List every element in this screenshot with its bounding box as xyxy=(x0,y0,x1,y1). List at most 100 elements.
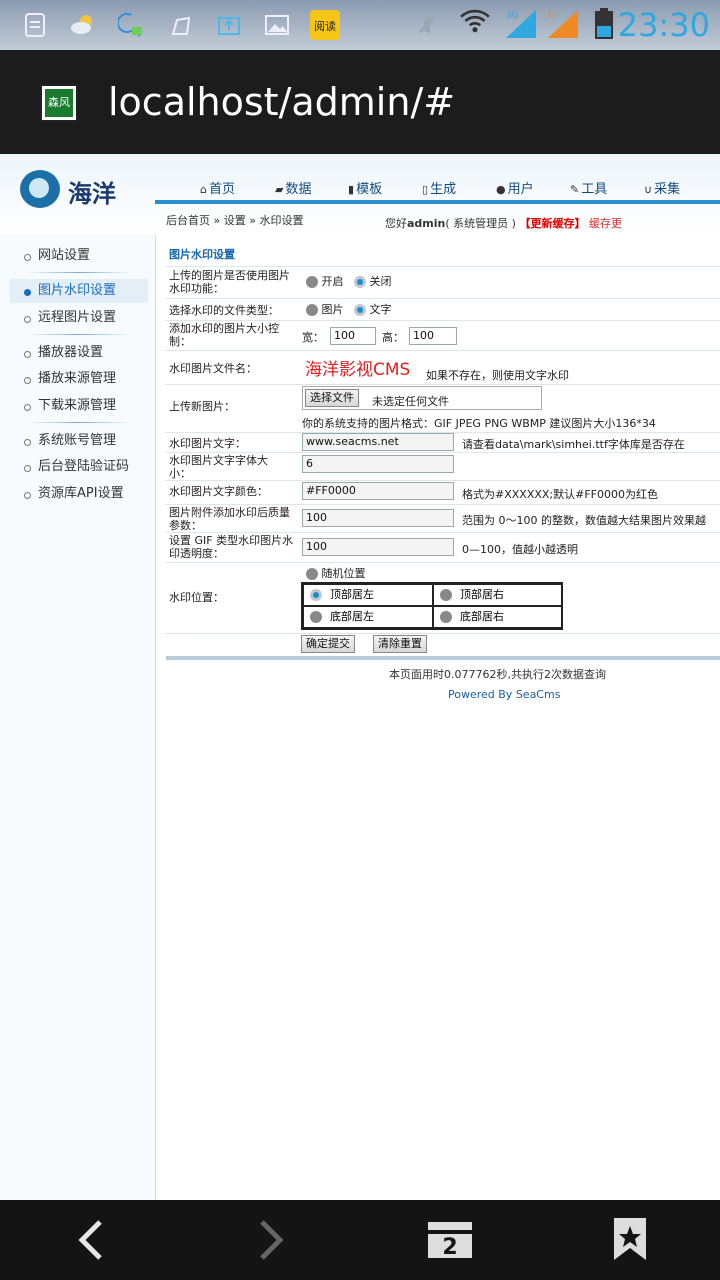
section-title: 图片水印设置 xyxy=(169,248,235,261)
text-note: 请查看data\mark\simhei.ttf字体库是否存在 xyxy=(462,438,685,451)
battery-icon xyxy=(595,8,613,39)
sidebar-item-site-settings[interactable]: 网站设置 xyxy=(10,244,148,268)
sidebar-item-download-source[interactable]: 下载来源管理 xyxy=(10,394,148,418)
nav-generate[interactable]: ▯ 生成 xyxy=(422,178,456,197)
radio-enable-on[interactable] xyxy=(306,276,318,288)
text-label: 水印图片文字： xyxy=(169,437,246,450)
quality-input[interactable]: 100 xyxy=(302,509,454,527)
sidebar-item-player[interactable]: 播放器设置 xyxy=(10,341,148,365)
app-icon: 阅读 xyxy=(310,10,340,40)
welcome-text: 您好admin( 系统管理员 ) 【更新缓存】 缓存更 xyxy=(385,217,622,230)
nav-template[interactable]: ▮ 模板 xyxy=(348,178,382,197)
nav-home[interactable]: ⌂ 首页 xyxy=(200,178,235,197)
logo-text: 海洋 xyxy=(68,180,116,208)
upload-label: 上传新图片： xyxy=(169,400,235,413)
site-logo[interactable]: 海洋 xyxy=(20,170,150,210)
quality-note: 范围为 0～100 的整数，数值越大结果图片效果越 xyxy=(462,514,706,527)
username: admin xyxy=(407,217,446,230)
width-label: 宽： xyxy=(302,331,324,344)
alpha-input[interactable]: 100 xyxy=(302,538,454,556)
wifi-icon xyxy=(460,9,490,33)
back-icon[interactable] xyxy=(72,1218,112,1262)
form-row-enable: 上传的图片是否使用图片水印功能： 开启 关闭 xyxy=(165,266,720,298)
generate-icon: ▯ xyxy=(422,183,429,196)
sidebar-item-play-source[interactable]: 播放来源管理 xyxy=(10,367,148,391)
type-label: 选择水印的文件类型： xyxy=(169,304,279,317)
forward-icon[interactable] xyxy=(250,1218,290,1262)
template-icon: ▮ xyxy=(348,183,355,196)
update-cache-link[interactable]: 【更新缓存】 xyxy=(519,217,585,230)
radio-pos-top-left[interactable] xyxy=(310,589,322,601)
status-bar: 阅读 3G G 23:30 xyxy=(0,0,720,50)
sidebar-item-api[interactable]: 资源库API设置 xyxy=(10,482,148,506)
sidebar-item-accounts[interactable]: 系统账号管理 xyxy=(10,429,148,453)
sidebar-item-captcha[interactable]: 后台登陆验证码 xyxy=(10,455,148,479)
radio-pos-bottom-right[interactable] xyxy=(440,611,452,623)
nav-data[interactable]: ▰ 数据 xyxy=(275,178,311,197)
form-row-color: 水印图片文字颜色： #FF0000 格式为#XXXXXX;默认#FF0000为红… xyxy=(165,480,720,504)
chat-icon xyxy=(118,13,142,38)
pos-top-right[interactable]: 顶部居右 xyxy=(433,584,563,606)
radio-pos-top-right[interactable] xyxy=(440,589,452,601)
position-grid: 顶部居左 顶部居右 底部居左 底部居右 xyxy=(301,582,563,630)
home-icon: ⌂ xyxy=(200,183,207,196)
height-input[interactable]: 100 xyxy=(409,327,457,345)
nav-tools[interactable]: ✎ 工具 xyxy=(570,178,607,197)
sidebar-item-remote-image[interactable]: 远程图片设置 xyxy=(10,306,148,330)
clock: 23:30 xyxy=(617,6,710,44)
enable-label: 上传的图片是否使用图片水印功能： xyxy=(169,269,290,295)
watermark-text-input[interactable]: www.seacms.net xyxy=(302,433,454,451)
radio-type-image[interactable] xyxy=(306,304,318,316)
fontsize-input[interactable]: 6 xyxy=(302,455,454,473)
powered-by-link[interactable]: Powered By SeaCms xyxy=(448,688,560,701)
signal-3g-icon: 3G xyxy=(506,10,536,38)
web-page: 海洋 ⌂ 首页 ▰ 数据 ▮ 模板 ▯ 生成 ● 用户 ✎ 工具 ∪ 采集 后台首页 » 设置… xyxy=(0,154,720,1200)
form-row-upload: 上传新图片： 选择文件 未选定任何文件 你的系统支持的图片格式：GIF JPEG… xyxy=(165,384,720,432)
weather-icon xyxy=(71,15,92,34)
upload-icon xyxy=(218,17,240,35)
form-row-type: 选择水印的文件类型： 图片 文字 xyxy=(165,298,720,320)
admin-header: 海洋 ⌂ 首页 ▰ 数据 ▮ 模板 ▯ 生成 ● 用户 ✎ 工具 ∪ 采集 后台首页 » 设置… xyxy=(0,154,720,234)
sidebar-item-watermark[interactable]: 图片水印设置 xyxy=(10,279,148,303)
formats-note: 你的系统支持的图片格式：GIF JPEG PNG WBMP 建议图片大小136*… xyxy=(302,417,656,430)
watermark-preview: 海洋影视CMS xyxy=(305,360,411,380)
nav-collect[interactable]: ∪ 采集 xyxy=(644,178,680,197)
pos-bottom-right[interactable]: 底部居右 xyxy=(433,606,563,628)
pos-bottom-left[interactable]: 底部居左 xyxy=(303,606,433,628)
color-input[interactable]: #FF0000 xyxy=(302,482,454,500)
pos-top-left[interactable]: 顶部居左 xyxy=(303,584,433,606)
file-note: 如果不存在，则使用文字水印 xyxy=(426,369,569,382)
quality-label: 图片附件添加水印后质量参数： xyxy=(169,506,290,532)
bookmark-icon[interactable] xyxy=(610,1216,650,1264)
choose-file-button[interactable]: 选择文件 xyxy=(305,389,359,407)
tabs-icon[interactable]: 2 xyxy=(424,1218,476,1262)
form-row-quality: 图片附件添加水印后质量参数： 100 范围为 0～100 的整数，数值越大结果图… xyxy=(165,504,720,532)
url-text[interactable]: localhost/admin/# xyxy=(108,80,455,124)
data-icon: ▰ xyxy=(275,183,284,196)
radio-enable-off[interactable] xyxy=(354,276,366,288)
user-icon: ● xyxy=(496,183,506,196)
height-label: 高： xyxy=(382,331,404,344)
mute-icon xyxy=(418,16,436,34)
color-label: 水印图片文字颜色： xyxy=(169,485,268,498)
form-row-fontsize: 水印图片文字字体大小： 6 xyxy=(165,452,720,480)
radio-pos-random[interactable] xyxy=(306,568,318,580)
top-nav: ⌂ 首页 ▰ 数据 ▮ 模板 ▯ 生成 ● 用户 ✎ 工具 ∪ 采集 xyxy=(195,178,720,200)
signal-g-icon: G xyxy=(548,10,578,38)
page-stats: 本页面用时0.077762秒,共执行2次数据查询 xyxy=(389,668,606,681)
width-input[interactable]: 100 xyxy=(330,327,376,345)
no-file-text: 未选定任何文件 xyxy=(372,395,449,408)
color-note: 格式为#XXXXXX;默认#FF0000为红色 xyxy=(462,488,659,501)
reset-button[interactable]: 清除重置 xyxy=(373,635,427,653)
radio-pos-bottom-left[interactable] xyxy=(310,611,322,623)
submit-button[interactable]: 确定提交 xyxy=(301,635,355,653)
browser-bottom-nav: 2 xyxy=(0,1200,720,1280)
radio-type-text[interactable] xyxy=(354,304,366,316)
tools-icon: ✎ xyxy=(570,183,580,196)
nav-user[interactable]: ● 用户 xyxy=(496,178,534,197)
sidebar: 网站设置 图片水印设置 远程图片设置 播放器设置 播放来源管理 下载来源管理 系… xyxy=(0,234,156,1200)
file-label: 水印图片文件名： xyxy=(169,362,257,375)
cleaner-icon xyxy=(171,16,191,35)
sidebar-divider xyxy=(24,334,134,335)
enable-options: 开启 关闭 xyxy=(306,273,392,289)
